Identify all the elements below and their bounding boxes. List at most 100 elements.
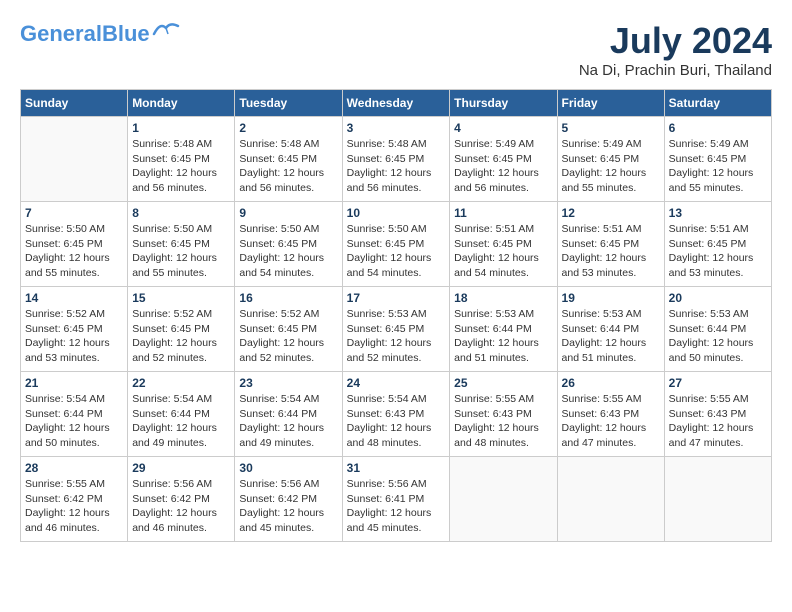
day-info: Sunrise: 5:54 AMSunset: 6:44 PMDaylight:… bbox=[132, 392, 230, 451]
day-info: Sunrise: 5:50 AMSunset: 6:45 PMDaylight:… bbox=[239, 222, 337, 281]
calendar-week-1: 1 Sunrise: 5:48 AMSunset: 6:45 PMDaylight… bbox=[21, 117, 772, 202]
day-number: 17 bbox=[347, 291, 446, 305]
weekday-header-friday: Friday bbox=[557, 90, 664, 117]
calendar-cell: 2 Sunrise: 5:48 AMSunset: 6:45 PMDaylight… bbox=[235, 117, 342, 202]
day-info: Sunrise: 5:49 AMSunset: 6:45 PMDaylight:… bbox=[669, 137, 767, 196]
day-number: 9 bbox=[239, 206, 337, 220]
day-info: Sunrise: 5:54 AMSunset: 6:43 PMDaylight:… bbox=[347, 392, 446, 451]
calendar-body: 1 Sunrise: 5:48 AMSunset: 6:45 PMDaylight… bbox=[21, 117, 772, 542]
day-number: 20 bbox=[669, 291, 767, 305]
weekday-header-monday: Monday bbox=[128, 90, 235, 117]
calendar-cell bbox=[21, 117, 128, 202]
day-number: 10 bbox=[347, 206, 446, 220]
calendar-cell: 4 Sunrise: 5:49 AMSunset: 6:45 PMDaylight… bbox=[450, 117, 557, 202]
calendar-cell: 22 Sunrise: 5:54 AMSunset: 6:44 PMDayligh… bbox=[128, 372, 235, 457]
calendar-cell: 29 Sunrise: 5:56 AMSunset: 6:42 PMDayligh… bbox=[128, 457, 235, 542]
weekday-header-wednesday: Wednesday bbox=[342, 90, 450, 117]
logo-bird-icon bbox=[152, 20, 180, 40]
day-number: 5 bbox=[562, 121, 660, 135]
day-info: Sunrise: 5:51 AMSunset: 6:45 PMDaylight:… bbox=[562, 222, 660, 281]
day-info: Sunrise: 5:50 AMSunset: 6:45 PMDaylight:… bbox=[132, 222, 230, 281]
day-number: 21 bbox=[25, 376, 123, 390]
calendar-cell: 3 Sunrise: 5:48 AMSunset: 6:45 PMDaylight… bbox=[342, 117, 450, 202]
day-number: 6 bbox=[669, 121, 767, 135]
day-number: 29 bbox=[132, 461, 230, 475]
day-number: 27 bbox=[669, 376, 767, 390]
day-number: 25 bbox=[454, 376, 552, 390]
day-number: 31 bbox=[347, 461, 446, 475]
weekday-header-row: SundayMondayTuesdayWednesdayThursdayFrid… bbox=[21, 90, 772, 117]
day-info: Sunrise: 5:53 AMSunset: 6:44 PMDaylight:… bbox=[669, 307, 767, 366]
location-subtitle: Na Di, Prachin Buri, Thailand bbox=[579, 62, 772, 79]
day-number: 7 bbox=[25, 206, 123, 220]
calendar-cell: 20 Sunrise: 5:53 AMSunset: 6:44 PMDayligh… bbox=[664, 287, 771, 372]
day-info: Sunrise: 5:55 AMSunset: 6:42 PMDaylight:… bbox=[25, 477, 123, 536]
calendar-week-2: 7 Sunrise: 5:50 AMSunset: 6:45 PMDaylight… bbox=[21, 202, 772, 287]
day-info: Sunrise: 5:56 AMSunset: 6:42 PMDaylight:… bbox=[132, 477, 230, 536]
day-number: 19 bbox=[562, 291, 660, 305]
day-number: 13 bbox=[669, 206, 767, 220]
calendar-cell: 26 Sunrise: 5:55 AMSunset: 6:43 PMDayligh… bbox=[557, 372, 664, 457]
page-header: GeneralBlue July 2024 Na Di, Prachin Bur… bbox=[20, 20, 772, 79]
calendar-cell: 14Sunrise: 5:52 AMSunset: 6:45 PMDayligh… bbox=[21, 287, 128, 372]
calendar-cell: 18Sunrise: 5:53 AMSunset: 6:44 PMDayligh… bbox=[450, 287, 557, 372]
calendar-cell: 12 Sunrise: 5:51 AMSunset: 6:45 PMDayligh… bbox=[557, 202, 664, 287]
day-info: Sunrise: 5:50 AMSunset: 6:45 PMDaylight:… bbox=[347, 222, 446, 281]
calendar-cell bbox=[664, 457, 771, 542]
calendar-cell: 24 Sunrise: 5:54 AMSunset: 6:43 PMDayligh… bbox=[342, 372, 450, 457]
calendar-cell: 7 Sunrise: 5:50 AMSunset: 6:45 PMDaylight… bbox=[21, 202, 128, 287]
logo-text: GeneralBlue bbox=[20, 23, 150, 45]
day-info: Sunrise: 5:49 AMSunset: 6:45 PMDaylight:… bbox=[562, 137, 660, 196]
day-info: Sunrise: 5:54 AMSunset: 6:44 PMDaylight:… bbox=[239, 392, 337, 451]
calendar-cell: 27 Sunrise: 5:55 AMSunset: 6:43 PMDayligh… bbox=[664, 372, 771, 457]
calendar-week-4: 21 Sunrise: 5:54 AMSunset: 6:44 PMDayligh… bbox=[21, 372, 772, 457]
day-info: Sunrise: 5:52 AMSunset: 6:45 PMDaylight:… bbox=[25, 307, 123, 366]
calendar-cell: 23Sunrise: 5:54 AMSunset: 6:44 PMDayligh… bbox=[235, 372, 342, 457]
calendar-cell: 31 Sunrise: 5:56 AMSunset: 6:41 PMDayligh… bbox=[342, 457, 450, 542]
calendar-cell: 6 Sunrise: 5:49 AMSunset: 6:45 PMDaylight… bbox=[664, 117, 771, 202]
day-info: Sunrise: 5:55 AMSunset: 6:43 PMDaylight:… bbox=[454, 392, 552, 451]
calendar-cell: 16 Sunrise: 5:52 AMSunset: 6:45 PMDayligh… bbox=[235, 287, 342, 372]
title-block: July 2024 Na Di, Prachin Buri, Thailand bbox=[579, 20, 772, 79]
weekday-header-sunday: Sunday bbox=[21, 90, 128, 117]
day-number: 22 bbox=[132, 376, 230, 390]
day-number: 26 bbox=[562, 376, 660, 390]
day-number: 15 bbox=[132, 291, 230, 305]
calendar-cell: 5 Sunrise: 5:49 AMSunset: 6:45 PMDaylight… bbox=[557, 117, 664, 202]
day-info: Sunrise: 5:48 AMSunset: 6:45 PMDaylight:… bbox=[347, 137, 446, 196]
day-info: Sunrise: 5:52 AMSunset: 6:45 PMDaylight:… bbox=[239, 307, 337, 366]
day-info: Sunrise: 5:55 AMSunset: 6:43 PMDaylight:… bbox=[562, 392, 660, 451]
calendar-cell: 19 Sunrise: 5:53 AMSunset: 6:44 PMDayligh… bbox=[557, 287, 664, 372]
calendar-cell: 9 Sunrise: 5:50 AMSunset: 6:45 PMDaylight… bbox=[235, 202, 342, 287]
calendar-cell: 1Sunrise: 5:48 AMSunset: 6:45 PMDaylight… bbox=[128, 117, 235, 202]
weekday-header-tuesday: Tuesday bbox=[235, 90, 342, 117]
day-info: Sunrise: 5:53 AMSunset: 6:44 PMDaylight:… bbox=[454, 307, 552, 366]
day-info: Sunrise: 5:51 AMSunset: 6:45 PMDaylight:… bbox=[669, 222, 767, 281]
calendar-cell: 15Sunrise: 5:52 AMSunset: 6:45 PMDayligh… bbox=[128, 287, 235, 372]
day-number: 4 bbox=[454, 121, 552, 135]
day-info: Sunrise: 5:49 AMSunset: 6:45 PMDaylight:… bbox=[454, 137, 552, 196]
day-number: 1 bbox=[132, 121, 230, 135]
day-info: Sunrise: 5:56 AMSunset: 6:42 PMDaylight:… bbox=[239, 477, 337, 536]
calendar-week-3: 14Sunrise: 5:52 AMSunset: 6:45 PMDayligh… bbox=[21, 287, 772, 372]
day-info: Sunrise: 5:55 AMSunset: 6:43 PMDaylight:… bbox=[669, 392, 767, 451]
calendar-cell: 25 Sunrise: 5:55 AMSunset: 6:43 PMDayligh… bbox=[450, 372, 557, 457]
day-number: 12 bbox=[562, 206, 660, 220]
calendar-cell: 8Sunrise: 5:50 AMSunset: 6:45 PMDaylight… bbox=[128, 202, 235, 287]
calendar-cell: 10 Sunrise: 5:50 AMSunset: 6:45 PMDayligh… bbox=[342, 202, 450, 287]
day-info: Sunrise: 5:56 AMSunset: 6:41 PMDaylight:… bbox=[347, 477, 446, 536]
day-number: 3 bbox=[347, 121, 446, 135]
calendar-cell: 28Sunrise: 5:55 AMSunset: 6:42 PMDayligh… bbox=[21, 457, 128, 542]
calendar-cell: 11Sunrise: 5:51 AMSunset: 6:45 PMDayligh… bbox=[450, 202, 557, 287]
day-info: Sunrise: 5:48 AMSunset: 6:45 PMDaylight:… bbox=[239, 137, 337, 196]
day-info: Sunrise: 5:54 AMSunset: 6:44 PMDaylight:… bbox=[25, 392, 123, 451]
day-number: 24 bbox=[347, 376, 446, 390]
day-info: Sunrise: 5:53 AMSunset: 6:44 PMDaylight:… bbox=[562, 307, 660, 366]
calendar-table: SundayMondayTuesdayWednesdayThursdayFrid… bbox=[20, 89, 772, 542]
calendar-cell: 17Sunrise: 5:53 AMSunset: 6:45 PMDayligh… bbox=[342, 287, 450, 372]
day-info: Sunrise: 5:50 AMSunset: 6:45 PMDaylight:… bbox=[25, 222, 123, 281]
calendar-week-5: 28Sunrise: 5:55 AMSunset: 6:42 PMDayligh… bbox=[21, 457, 772, 542]
calendar-cell: 30Sunrise: 5:56 AMSunset: 6:42 PMDayligh… bbox=[235, 457, 342, 542]
day-number: 16 bbox=[239, 291, 337, 305]
day-number: 2 bbox=[239, 121, 337, 135]
